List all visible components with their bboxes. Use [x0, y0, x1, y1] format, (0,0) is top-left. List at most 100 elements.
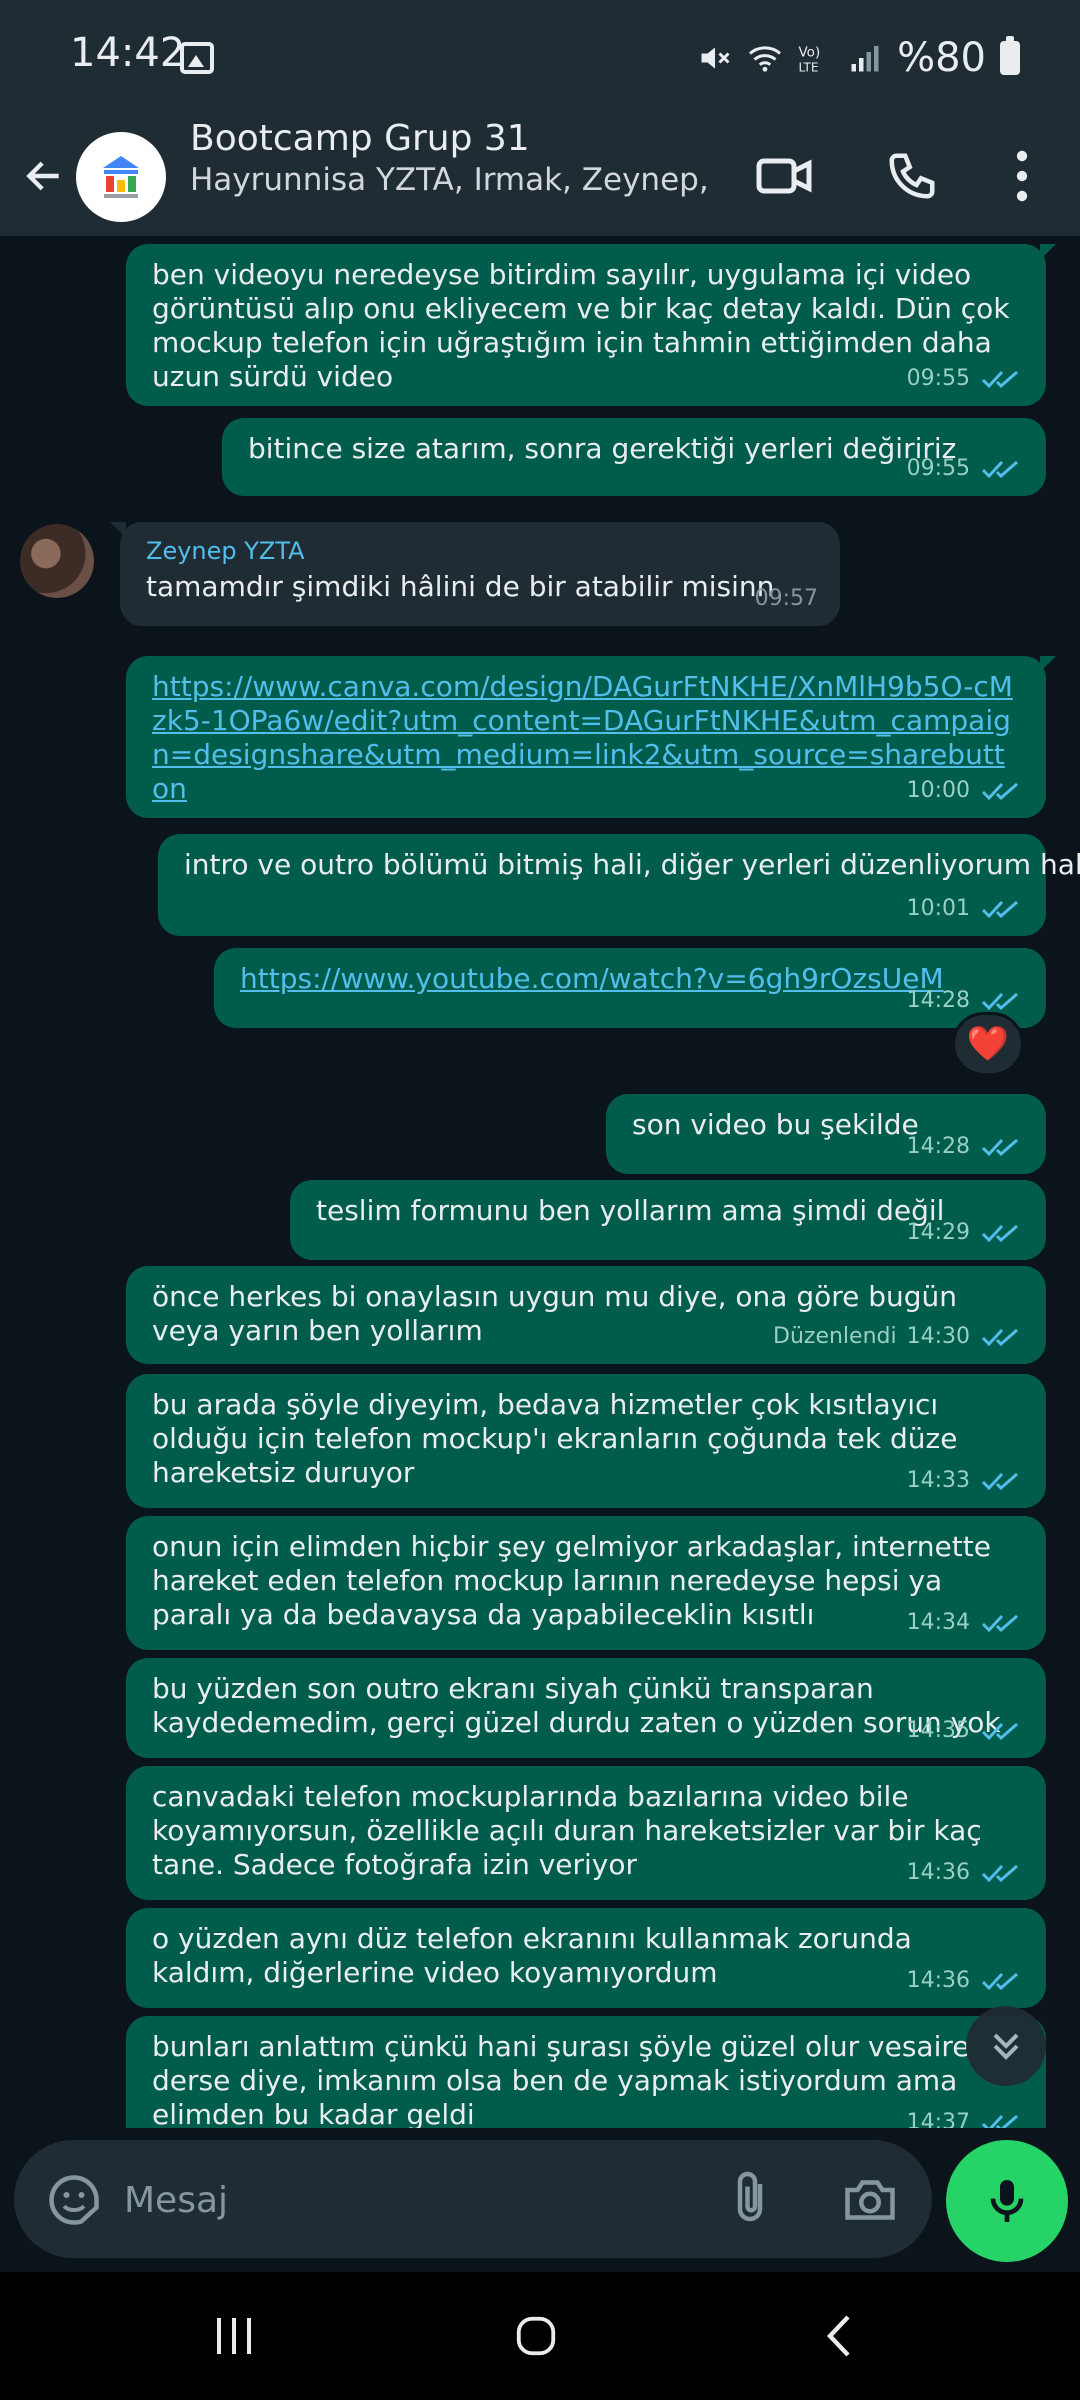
double-check-icon [981, 460, 1018, 479]
camera-icon [845, 2180, 895, 2220]
double-check-icon [981, 1864, 1018, 1883]
message-bubble[interactable]: https://www.canva.com/design/DAGurFtNKHE… [126, 656, 1056, 818]
status-icons: Vo) LTE %80 [697, 28, 1020, 88]
double-check-icon [981, 1722, 1018, 1741]
signal-icon [851, 46, 879, 72]
youtube-link[interactable]: https://www.youtube.com/watch?v=6gh9rOzs… [240, 962, 1020, 996]
message-list[interactable]: ben videoyu neredeyse bitirdim sayılır, … [0, 236, 1080, 2128]
message-time: 14:28 [906, 988, 970, 1013]
sticker-button[interactable] [44, 2170, 104, 2230]
message-meta: 14:29 [907, 1216, 1024, 1250]
svg-text:LTE: LTE [799, 61, 819, 75]
voice-call-button[interactable] [872, 136, 952, 216]
message-time: 14:33 [906, 1468, 970, 1493]
nav-back-button[interactable] [800, 2306, 880, 2366]
message-text: tamamdır şimdiki hâlini de bir atabilir … [146, 570, 775, 603]
message-bubble[interactable]: onun için elimden hiçbir şey gelmiyor ar… [126, 1516, 1046, 1650]
home-button[interactable] [496, 2306, 576, 2366]
back-button[interactable] [18, 140, 70, 212]
message-bubble[interactable]: ben videoyu neredeyse bitirdim sayılır, … [126, 244, 1056, 406]
message-text: ben videoyu neredeyse bitirdim sayılır, … [152, 258, 1010, 393]
message-bubble[interactable]: bitince size atarım, sonra gerektiği yer… [222, 418, 1046, 496]
message-bubble[interactable]: teslim formunu ben yollarım ama şimdi de… [290, 1180, 1046, 1260]
message-meta: 14:36 [907, 1964, 1024, 1998]
double-check-icon [981, 1614, 1018, 1633]
message-meta: 10:01 [907, 892, 1024, 926]
scroll-to-bottom-button[interactable] [966, 2006, 1046, 2086]
double-check-icon [981, 992, 1018, 1011]
message-bubble[interactable]: son video bu şekilde 14:28 [606, 1094, 1046, 1174]
group-avatar-icon [103, 156, 139, 198]
video-call-icon [756, 158, 812, 194]
message-time: 10:00 [906, 778, 970, 803]
attach-button[interactable] [720, 2168, 780, 2230]
more-options-button[interactable] [982, 136, 1062, 216]
message-meta: 14:35 [907, 1714, 1024, 1748]
message-meta: 14:36 [907, 1856, 1024, 1890]
double-check-icon [981, 2114, 1018, 2128]
double-check-icon [981, 900, 1018, 919]
message-time: 09:57 [754, 586, 818, 611]
back-icon [826, 2315, 850, 2357]
message-time: 14:35 [906, 1718, 970, 1743]
heart-reaction[interactable]: ❤️ [952, 1012, 1024, 1076]
canva-link[interactable]: https://www.canva.com/design/DAGurFtNKHE… [152, 670, 1020, 806]
video-call-button[interactable] [744, 136, 824, 216]
double-check-icon [981, 1138, 1018, 1157]
status-bar: 14:42 Vo) LTE %80 [0, 0, 1080, 118]
message-time: 14:29 [906, 1220, 970, 1245]
message-bubble[interactable]: bunları anlattım çünkü hani şurası şöyle… [126, 2016, 1046, 2128]
volte-icon: Vo)LTE [799, 45, 821, 75]
group-avatar[interactable] [76, 132, 166, 222]
message-meta: 14:33 [907, 1464, 1024, 1498]
message-meta: Düzenlendi 14:30 [773, 1320, 1024, 1354]
double-check-icon [981, 1972, 1018, 1991]
mic-icon [990, 2180, 1024, 2222]
recent-apps-icon [217, 2318, 251, 2354]
mute-icon [701, 47, 730, 69]
phone-icon [889, 153, 935, 199]
message-meta: 09:55 [907, 362, 1024, 396]
status-time: 14:42 [70, 30, 186, 76]
message-time: 14:36 [906, 1968, 970, 1993]
message-bubble[interactable]: https://www.youtube.com/watch?v=6gh9rOzs… [214, 948, 1046, 1028]
message-bubble[interactable]: önce herkes bi onaylasın uygun mu diye, … [126, 1266, 1046, 1364]
message-meta: 10:00 [907, 774, 1024, 808]
message-time: 10:01 [906, 896, 970, 921]
edited-label: Düzenlendi [773, 1324, 897, 1349]
message-time: 14:37 [906, 2110, 970, 2128]
message-input[interactable] [124, 2160, 684, 2240]
message-text: bunları anlattım çünkü hani şurası şöyle… [152, 2030, 970, 2128]
message-time: 09:55 [906, 366, 970, 391]
message-bubble[interactable]: bu arada şöyle diyeyim, bedava hizmetler… [126, 1374, 1046, 1508]
message-text: canvadaki telefon mockuplarında bazıları… [152, 1780, 982, 1881]
battery-icon [1000, 36, 1020, 75]
message-bubble[interactable]: bu yüzden son outro ekranı siyah çünkü t… [126, 1658, 1046, 1758]
message-bubble[interactable]: canvadaki telefon mockuplarında bazıları… [126, 1766, 1046, 1900]
chat-header: Bootcamp Grup 31 Hayrunnisa YZTA, Irmak,… [0, 118, 1080, 236]
battery-percent: %80 [897, 35, 986, 81]
wifi-icon [749, 46, 782, 72]
camera-button[interactable] [840, 2170, 900, 2230]
message-meta: 14:37 [907, 2106, 1024, 2128]
message-bubble[interactable]: intro ve outro bölümü bitmiş hali, diğer… [158, 834, 1080, 936]
attach-icon [737, 2171, 763, 2222]
back-arrow-icon [26, 161, 59, 191]
voice-message-button[interactable] [946, 2140, 1068, 2262]
chat-subtitle: Hayrunnisa YZTA, Irmak, Zeynep, Siz [190, 162, 720, 198]
sender-name[interactable]: Zeynep YZTA [146, 536, 814, 566]
message-bubble[interactable]: o yüzden aynı düz telefon ekranını kulla… [126, 1908, 1046, 2008]
double-check-icon [981, 1328, 1018, 1347]
chevron-double-down-icon [993, 2033, 1019, 2060]
double-check-icon [981, 370, 1018, 389]
sender-avatar[interactable] [20, 524, 94, 598]
chat-title: Bootcamp Grup 31 [190, 118, 530, 159]
message-text: intro ve outro bölümü bitmiş hali, diğer… [184, 848, 1080, 881]
message-bubble-incoming[interactable]: Zeynep YZTA tamamdır şimdiki hâlini de b… [110, 522, 840, 626]
message-time: 14:28 [906, 1134, 970, 1159]
message-text: o yüzden aynı düz telefon ekranını kulla… [152, 1922, 912, 1989]
recent-apps-button[interactable] [194, 2306, 274, 2366]
message-meta: 14:28 [907, 1130, 1024, 1164]
system-nav-bar [0, 2272, 1080, 2400]
sticker-icon [49, 2175, 99, 2225]
